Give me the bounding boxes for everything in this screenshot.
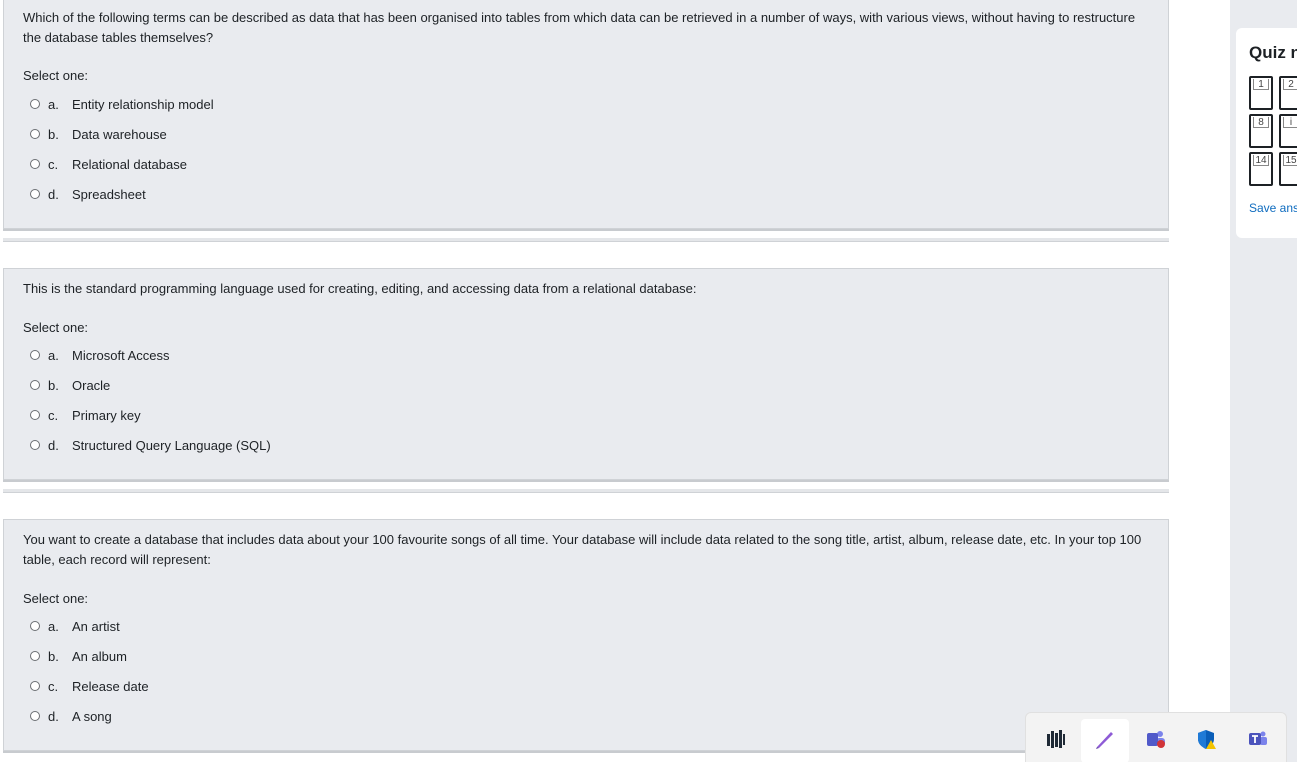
option-letter: c.: [48, 156, 59, 172]
answer-option-a[interactable]: a. An artist: [30, 611, 149, 641]
quiz-nav-button-2[interactable]: 2: [1279, 76, 1297, 110]
option-letter: c.: [48, 678, 59, 694]
teams-icon[interactable]: [1247, 728, 1269, 750]
option-label[interactable]: Spreadsheet: [72, 187, 146, 202]
radio-button[interactable]: [30, 621, 40, 631]
quiz-navigation-card: Quiz n 1 2 8 i 14 15 Save ans: [1236, 28, 1297, 238]
security-shield-warning-icon[interactable]: [1195, 728, 1217, 750]
system-tray-popup: [1025, 712, 1287, 762]
option-label[interactable]: Microsoft Access: [72, 348, 170, 363]
pen-app-icon[interactable]: [1094, 728, 1116, 750]
select-one-label: Select one:: [23, 591, 89, 606]
radio-button[interactable]: [30, 99, 40, 109]
answer-option-a[interactable]: a. Entity relationship model: [30, 89, 214, 119]
card-divider: [3, 238, 1169, 242]
answer-option-c[interactable]: c. Primary key: [30, 400, 271, 430]
radio-button[interactable]: [30, 129, 40, 139]
question-text: Which of the following terms can be desc…: [23, 10, 1136, 45]
radio-button[interactable]: [30, 189, 40, 199]
select-one-label: Select one:: [23, 320, 89, 335]
answer-options: a. An artist b. An album c. Release date…: [30, 611, 149, 731]
answer-option-a[interactable]: a. Microsoft Access: [30, 340, 271, 370]
option-letter: b.: [48, 648, 59, 664]
option-letter: d.: [48, 186, 59, 202]
option-label[interactable]: Release date: [72, 679, 149, 694]
option-label[interactable]: An album: [72, 649, 127, 664]
radio-button[interactable]: [30, 651, 40, 661]
select-one-label: Select one:: [23, 68, 89, 83]
quiz-nav-button-info[interactable]: i: [1279, 114, 1297, 148]
answer-option-d[interactable]: d. Spreadsheet: [30, 179, 214, 209]
answer-option-b[interactable]: b. Oracle: [30, 370, 271, 400]
question-card-3: You want to create a database that inclu…: [3, 519, 1169, 751]
option-letter: b.: [48, 126, 59, 142]
answer-option-b[interactable]: b. Data warehouse: [30, 119, 214, 149]
answer-options: a. Microsoft Access b. Oracle c. Primary…: [30, 340, 271, 460]
option-letter: a.: [48, 618, 59, 634]
answer-option-b[interactable]: b. An album: [30, 641, 149, 671]
quiz-nav-button-15[interactable]: 15: [1279, 152, 1297, 186]
answer-option-c[interactable]: c. Relational database: [30, 149, 214, 179]
quiz-nav-number: 14: [1253, 155, 1269, 166]
option-label[interactable]: A song: [72, 709, 112, 724]
option-letter: c.: [48, 407, 59, 423]
radio-button[interactable]: [30, 681, 40, 691]
quiz-nav-number: i: [1283, 117, 1297, 128]
answer-option-d[interactable]: d. A song: [30, 701, 149, 731]
option-letter: d.: [48, 708, 59, 724]
quiz-nav-number: 1: [1253, 79, 1269, 90]
quiz-nav-number: 8: [1253, 117, 1269, 128]
quiz-nav-button-8[interactable]: 8: [1249, 114, 1273, 148]
option-letter: b.: [48, 377, 59, 393]
option-label[interactable]: Structured Query Language (SQL): [72, 438, 271, 453]
question-text: This is the standard programming languag…: [23, 281, 697, 296]
save-answers-link[interactable]: Save ans: [1249, 201, 1297, 215]
option-letter: a.: [48, 96, 59, 112]
option-label[interactable]: An artist: [72, 619, 120, 634]
option-label[interactable]: Primary key: [72, 408, 141, 423]
option-letter: a.: [48, 347, 59, 363]
option-label[interactable]: Oracle: [72, 378, 110, 393]
question-card-2: This is the standard programming languag…: [3, 268, 1169, 493]
question-card-1: Which of the following terms can be desc…: [3, 0, 1169, 242]
quiz-main-content: Which of the following terms can be desc…: [0, 0, 1230, 762]
answer-option-d[interactable]: d. Structured Query Language (SQL): [30, 430, 271, 460]
quiz-nav-button-14[interactable]: 14: [1249, 152, 1273, 186]
option-label[interactable]: Relational database: [72, 157, 187, 172]
radio-button[interactable]: [30, 410, 40, 420]
teams-people-icon[interactable]: [1145, 728, 1167, 750]
answer-option-c[interactable]: c. Release date: [30, 671, 149, 701]
card-divider: [3, 489, 1169, 493]
option-letter: d.: [48, 437, 59, 453]
radio-button[interactable]: [30, 350, 40, 360]
quiz-nav-button-1[interactable]: 1: [1249, 76, 1273, 110]
radio-button[interactable]: [30, 711, 40, 721]
bar-chart-app-icon[interactable]: [1045, 728, 1067, 750]
option-label[interactable]: Entity relationship model: [72, 97, 214, 112]
radio-button[interactable]: [30, 380, 40, 390]
radio-button[interactable]: [30, 440, 40, 450]
quiz-nav-number: 2: [1283, 79, 1297, 90]
question-text: You want to create a database that inclu…: [23, 532, 1142, 567]
quiz-navigation-title: Quiz n: [1249, 43, 1297, 62]
radio-button[interactable]: [30, 159, 40, 169]
quiz-nav-number: 15: [1283, 155, 1297, 166]
option-label[interactable]: Data warehouse: [72, 127, 167, 142]
answer-options: a. Entity relationship model b. Data war…: [30, 89, 214, 209]
